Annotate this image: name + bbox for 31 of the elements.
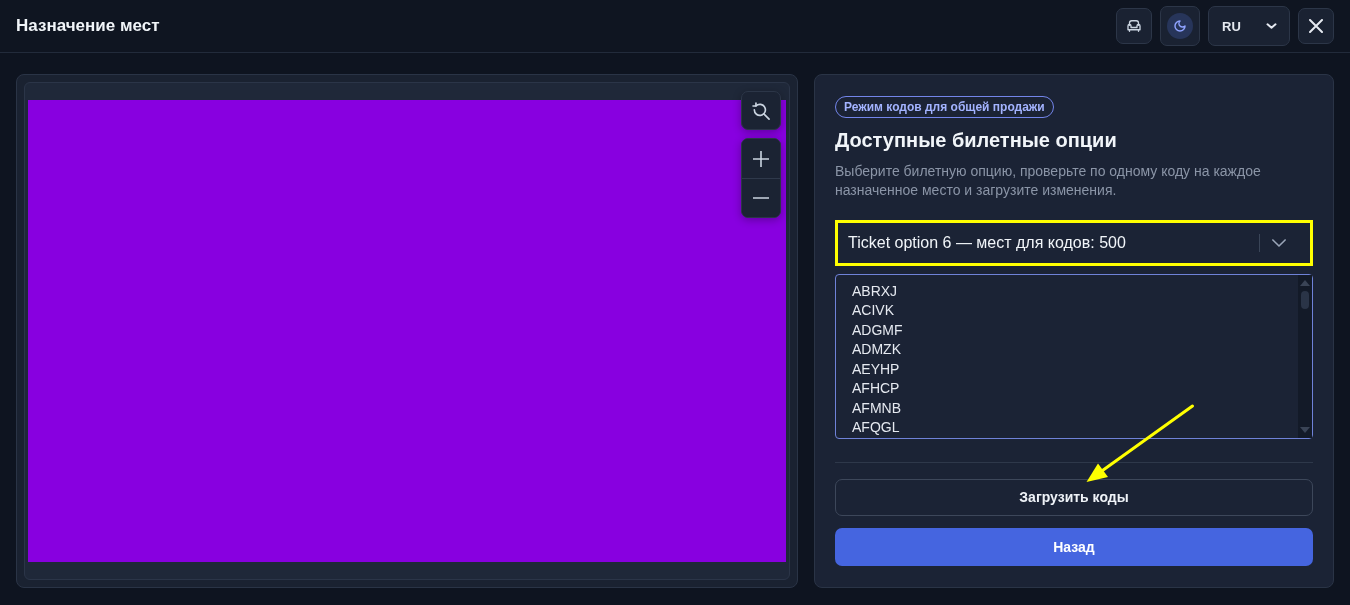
code-line: AFMNB [852, 398, 902, 418]
back-button[interactable]: Назад [835, 528, 1313, 566]
panel-heading: Доступные билетные опции [835, 128, 1118, 153]
upload-codes-button[interactable]: Загрузить коды [835, 478, 1313, 517]
panel-description: Выберите билетную опцию, проверьте по одному коду на каждое назначенное место и загрузите изменения. [835, 162, 1262, 200]
scrollbar-thumb[interactable] [1301, 290, 1309, 309]
chevron-down-icon [1266, 23, 1277, 29]
minus-icon [753, 197, 769, 199]
armchair-icon [1125, 17, 1143, 35]
code-line: ADGMF [852, 320, 904, 340]
reset-zoom-icon [752, 101, 770, 120]
code-line: AFQGL [852, 418, 901, 438]
seat-button[interactable] [1116, 8, 1152, 44]
code-line: ABRXJ [852, 281, 899, 301]
chevron-down-icon [1272, 238, 1286, 247]
code-line: AFHCP [852, 379, 901, 399]
reset-zoom-button[interactable] [741, 91, 781, 130]
theme-toggle-button[interactable] [1160, 6, 1200, 46]
page-title: Назначение мест [16, 16, 160, 36]
codes-field[interactable]: ABRXJ ACIVK ADGMF ADMZK AEYHP AFHCP AFMNB AFQGL [835, 273, 1313, 439]
plus-icon [753, 150, 769, 167]
code-line: ACIVK [852, 301, 895, 321]
zoom-out-button[interactable] [742, 178, 780, 217]
language-select[interactable]: RU [1208, 6, 1290, 46]
close-icon [1309, 19, 1323, 33]
zoom-in-button[interactable] [742, 139, 780, 178]
code-line: AEYHP [852, 359, 901, 379]
code-line: ADMZK [852, 340, 902, 360]
scrollbar[interactable] [1298, 274, 1312, 438]
ticket-option-select[interactable]: Ticket option 6 — мест для кодов: 500 [835, 220, 1313, 266]
close-button[interactable] [1298, 8, 1334, 44]
